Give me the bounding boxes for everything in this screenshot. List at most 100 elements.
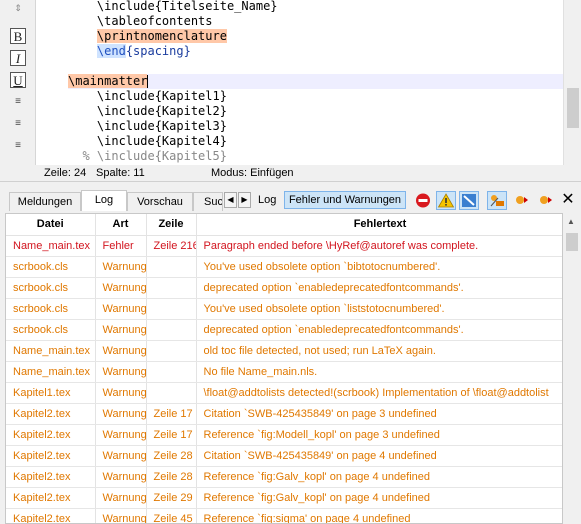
panel-splitter[interactable] <box>0 181 581 189</box>
log-row[interactable]: Kapitel1.tex Warnung \float@addtolists det… <box>6 382 562 404</box>
log-cell-type: Warnung <box>95 256 147 278</box>
log-cell-file: scrbook.cls <box>6 277 96 299</box>
editor-scroll-thumb[interactable] <box>567 88 579 128</box>
code-line[interactable]: \mainmatter <box>68 74 563 89</box>
code-line[interactable]: \include{Kapitel2} <box>68 104 563 119</box>
code-line[interactable]: \include{Kapitel1} <box>68 89 563 104</box>
bold-button[interactable]: B <box>10 28 26 44</box>
log-row[interactable]: Kapitel2.tex Warnung Zeile 28 Reference `fi… <box>6 466 562 488</box>
code-line[interactable]: \include{Titelseite_Name} <box>68 0 563 14</box>
code-text: \include{Kapitel1} <box>96 89 227 103</box>
code-text: \include{Kapitel4} <box>96 134 227 148</box>
line-gutter <box>36 0 68 165</box>
error-stop-icon[interactable] <box>413 191 433 210</box>
tab-log[interactable]: Log <box>81 190 127 211</box>
underline-button[interactable]: U <box>10 72 26 88</box>
code-line[interactable]: \tableofcontents <box>68 14 563 29</box>
log-cell-type: Warnung <box>95 340 147 362</box>
log-cell-type: Warnung <box>95 361 147 383</box>
align-center-icon[interactable]: ≡ <box>10 116 26 132</box>
log-cell-line: Zeile 28 <box>146 466 197 488</box>
code-text: {spacing} <box>125 44 191 58</box>
log-row[interactable]: scrbook.cls Warnung You've used obsolete o… <box>6 298 562 320</box>
log-cell-file: Kapitel2.tex <box>6 445 96 467</box>
code-text: \include{Kapitel3} <box>96 119 227 133</box>
log-row[interactable]: Kapitel2.tex Warnung Zeile 29 Reference `fi… <box>6 487 562 509</box>
column-header-zeile[interactable]: Zeile <box>146 214 197 236</box>
log-row[interactable]: scrbook.cls Warnung deprecated option `ena… <box>6 277 562 299</box>
log-cell-line <box>146 382 197 404</box>
status-mode: Modus: Einfügen <box>211 167 294 179</box>
log-table-header: Datei Art Zeile Fehlertext <box>6 214 562 236</box>
log-row[interactable]: Name_main.tex Fehler Zeile 216 Paragraph en… <box>6 235 562 257</box>
log-row[interactable]: Kapitel2.tex Warnung Zeile 28 Citation `SWB… <box>6 445 562 467</box>
log-cell-file: Kapitel2.tex <box>6 466 96 488</box>
log-scrollbar[interactable]: ▲ <box>563 213 581 524</box>
highlight-toggle-icon[interactable] <box>487 191 507 210</box>
warning-icon[interactable] <box>436 191 456 210</box>
log-cell-file: Kapitel2.tex <box>6 508 96 523</box>
tab-meldungen[interactable]: Meldungen <box>9 192 81 211</box>
scroll-up-icon[interactable]: ▲ <box>567 217 575 226</box>
column-header-art[interactable]: Art <box>95 214 147 236</box>
tab-scroll-left-icon[interactable]: ◀ <box>224 192 237 208</box>
log-row[interactable]: Kapitel2.tex Warnung Zeile 45 Reference `fi… <box>6 508 562 523</box>
code-text: \include{Titelseite_Name} <box>96 0 278 13</box>
code-keyword-highlight: \printnomenclature <box>96 29 227 43</box>
next-issue-icon[interactable] <box>535 191 555 210</box>
log-row[interactable]: scrbook.cls Warnung deprecated option `ena… <box>6 319 562 341</box>
tab-suche[interactable]: Suc <box>193 192 223 211</box>
editor-area[interactable]: ⇕ B I U ≡ ≡ ≡ \include{Titelseite_Name} … <box>0 0 581 165</box>
log-cell-file: Name_main.tex <box>6 340 96 362</box>
scroll-handle-icon[interactable]: ⇕ <box>10 0 26 16</box>
log-cell-message: No file Name_main.nls. <box>196 361 562 383</box>
log-cell-file: scrbook.cls <box>6 298 96 320</box>
log-cell-file: Name_main.tex <box>6 361 96 383</box>
log-cell-line <box>146 340 197 362</box>
status-column: Spalte: 11 <box>96 167 145 179</box>
tab-scroll-right-icon[interactable]: ▶ <box>238 192 251 208</box>
log-row[interactable]: Kapitel2.tex Warnung Zeile 17 Reference `fi… <box>6 424 562 446</box>
log-row[interactable]: scrbook.cls Warnung You've used obsolete o… <box>6 256 562 278</box>
code-line[interactable]: \end{spacing} <box>68 44 563 59</box>
editor-scrollbar[interactable] <box>563 0 581 165</box>
log-cell-message: Paragraph ended before \HyRef@autoref wa… <box>196 235 562 257</box>
log-cell-line: Zeile 17 <box>146 424 197 446</box>
code-view[interactable]: \include{Titelseite_Name} \tableofconten… <box>68 0 563 165</box>
log-cell-file: scrbook.cls <box>6 256 96 278</box>
badbox-icon[interactable] <box>459 191 479 210</box>
tab-vorschau[interactable]: Vorschau <box>127 192 193 211</box>
code-comment: % \include{Kapitel5} <box>82 149 227 163</box>
code-line[interactable]: \include{Kapitel4} <box>68 134 563 149</box>
log-cell-type: Fehler <box>95 235 147 257</box>
log-cell-line: Zeile 17 <box>146 403 197 425</box>
log-cell-message: deprecated option `enabledeprecatedfontc… <box>196 277 562 299</box>
column-header-fehlertext[interactable]: Fehlertext <box>196 214 562 236</box>
code-line[interactable] <box>68 59 563 74</box>
log-cell-file: Kapitel1.tex <box>6 382 96 404</box>
code-line[interactable]: \include{Kapitel3} <box>68 119 563 134</box>
log-tab-row: Meldungen Log Vorschau Suc ◀ ▶ Log Fehle… <box>0 189 581 211</box>
code-text: \include{Kapitel2} <box>96 104 227 118</box>
align-left-icon[interactable]: ≡ <box>10 94 26 110</box>
log-cell-line: Zeile 45 <box>146 508 197 523</box>
code-line[interactable]: \printnomenclature <box>68 29 563 44</box>
log-cell-type: Warnung <box>95 424 147 446</box>
code-line[interactable]: % \include{Kapitel5} <box>68 149 563 164</box>
log-row[interactable]: Name_main.tex Warnung No file Name_main.nl… <box>6 361 562 383</box>
log-row[interactable]: Name_main.tex Warnung old toc file detecte… <box>6 340 562 362</box>
log-cell-message: \float@addtolists detected!(scrbook) Imp… <box>196 382 562 404</box>
log-scroll-thumb[interactable] <box>566 233 578 251</box>
errors-warnings-filter-button[interactable]: Fehler und Warnungen <box>284 191 406 209</box>
align-right-icon[interactable]: ≡ <box>10 138 26 154</box>
log-row[interactable]: Kapitel2.tex Warnung Zeile 17 Citation `SWB… <box>6 403 562 425</box>
column-header-datei[interactable]: Datei <box>6 214 96 236</box>
close-panel-icon[interactable]: ✕ <box>558 191 578 210</box>
previous-issue-icon[interactable] <box>511 191 531 210</box>
italic-button[interactable]: I <box>10 50 26 66</box>
